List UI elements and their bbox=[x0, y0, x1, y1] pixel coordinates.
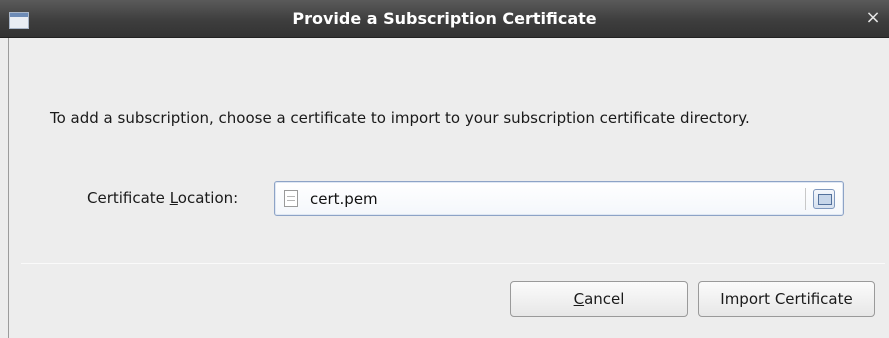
close-icon[interactable]: × bbox=[863, 8, 883, 28]
label-mnemonic: L bbox=[169, 189, 178, 207]
window-title: Provide a Subscription Certificate bbox=[292, 9, 597, 28]
certificate-location-chooser[interactable]: cert.pem bbox=[274, 181, 844, 216]
document-icon bbox=[284, 190, 298, 207]
window-titlebar[interactable]: Provide a Subscription Certificate × bbox=[0, 0, 889, 38]
import-certificate-button[interactable]: Import Certificate bbox=[698, 281, 875, 317]
label-prefix: Certificate bbox=[87, 189, 170, 207]
action-divider bbox=[21, 263, 885, 264]
cancel-label-rest: ancel bbox=[584, 290, 625, 308]
instruction-message: To add a subscription, choose a certific… bbox=[50, 109, 750, 127]
window-frame-left bbox=[0, 38, 9, 338]
folder-icon[interactable] bbox=[813, 189, 835, 209]
cancel-button[interactable]: Cancel bbox=[510, 281, 688, 317]
label-suffix: ocation: bbox=[177, 189, 239, 207]
certificate-location-value: cert.pem bbox=[310, 190, 378, 208]
certificate-location-label: Certificate Location: bbox=[87, 189, 238, 207]
field-separator bbox=[805, 188, 806, 210]
cancel-mnemonic: C bbox=[573, 290, 585, 308]
